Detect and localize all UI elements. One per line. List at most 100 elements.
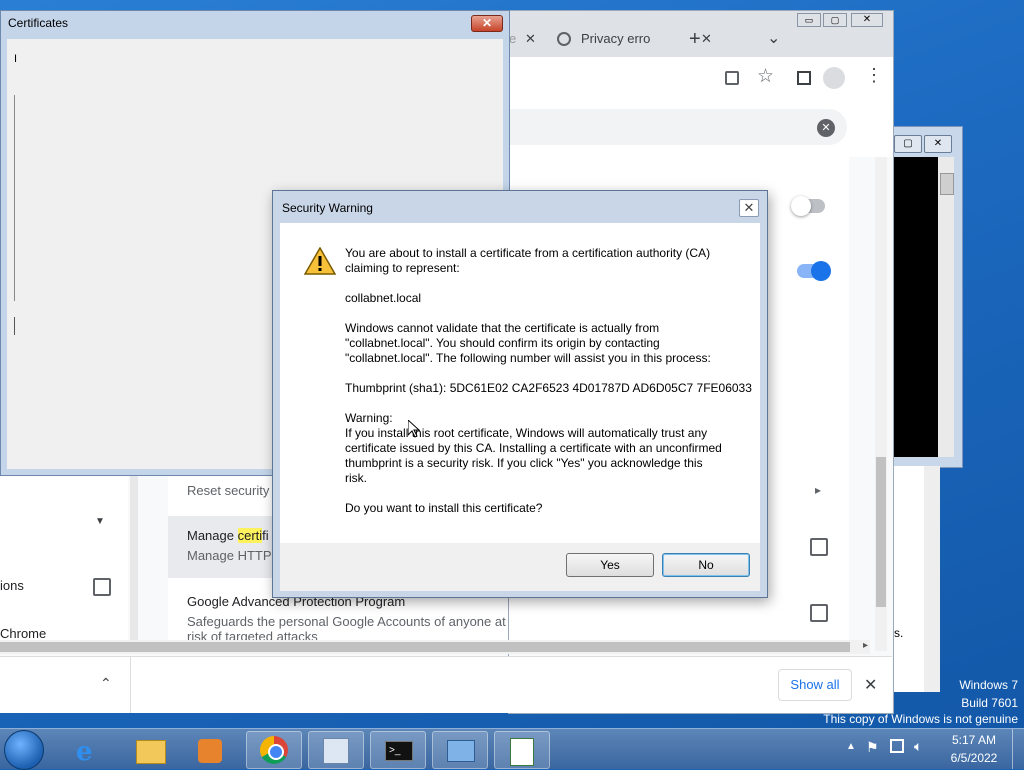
globe-icon [557, 32, 571, 46]
chevron-up-icon[interactable]: ⌃ [100, 675, 112, 692]
dialog-title: Security Warning [282, 201, 373, 215]
tab-close-icon[interactable]: ✕ [525, 25, 536, 53]
nav-item-extensions[interactable]: ions [0, 578, 24, 593]
tab-previous[interactable]: e ✕ [509, 25, 543, 53]
clear-search-icon[interactable]: ✕ [817, 119, 835, 137]
mouse-cursor-icon [408, 420, 420, 438]
notepad-icon[interactable] [494, 731, 550, 769]
tab-search-icon[interactable]: ⌄ [767, 25, 780, 53]
dialog-warning-text: Warning: If you install this root certif… [345, 411, 722, 485]
toggle-off[interactable] [791, 196, 825, 216]
window-controls: ▭ ▢ ✕ [797, 13, 891, 27]
dialog-ca-name: collabnet.local [345, 291, 422, 305]
open-external-icon[interactable] [93, 578, 111, 596]
tab-strip: e ✕ Privacy erro ✕ + ⌄ ▭ ▢ ✕ [509, 11, 893, 57]
console-scrollbar[interactable] [938, 157, 954, 457]
clock-date[interactable]: 6/5/2022 [944, 751, 1004, 765]
maximize-button[interactable]: ▢ [823, 13, 847, 27]
dialog-validation-text: Windows cannot validate that the certifi… [345, 321, 711, 365]
tab-privacy-error[interactable]: Privacy erro ✕ [557, 25, 712, 53]
file-explorer-icon[interactable] [122, 731, 176, 767]
address-bar[interactable]: ☆ ⋮ [509, 57, 893, 101]
settings-search-input[interactable] [509, 109, 847, 145]
chevron-right-icon[interactable]: ▸ [815, 483, 821, 497]
open-external-icon[interactable] [810, 538, 828, 556]
settings-scroll-thumb[interactable] [876, 457, 886, 607]
manage-certificates-title: Manage certifi [187, 528, 269, 543]
horizontal-scrollbar[interactable]: ▸ [0, 640, 870, 654]
watermark-genuine: This copy of Windows is not genuine [823, 712, 1018, 726]
taskbar: e >_ ▲ ⚑ 🔈︎ 5:17 AM 6/5/2022 [0, 728, 1024, 770]
dialog-body: You are about to install a certificate f… [280, 223, 760, 543]
tab-label: e [509, 31, 517, 46]
tab-close-icon[interactable]: ✕ [701, 25, 712, 53]
manage-certificates-subtitle: Manage HTTP [187, 548, 272, 563]
no-button[interactable]: No [662, 553, 750, 577]
nav-scrollbar[interactable] [130, 474, 138, 640]
reset-security-row[interactable]: Reset security [187, 483, 269, 498]
console-body[interactable] [894, 157, 938, 457]
background-window-text: s. [894, 626, 904, 640]
command-prompt-icon[interactable]: >_ [370, 731, 426, 769]
divider [130, 657, 131, 713]
chevron-down-icon[interactable]: ▼ [95, 516, 105, 527]
minimize-button[interactable]: ▭ [797, 13, 821, 27]
menu-kebab-icon[interactable]: ⋮ [865, 65, 883, 86]
warning-icon [304, 247, 336, 275]
console-window[interactable]: ▢ ✕ [893, 126, 963, 468]
download-bar: ⌃ Show all ✕ [0, 656, 892, 713]
clock-time[interactable]: 5:17 AM [944, 733, 1004, 747]
side-panel-icon[interactable] [797, 71, 811, 85]
certificates-close-button[interactable]: ✕ [471, 15, 503, 32]
nav-item-about-chrome[interactable]: Chrome [0, 626, 46, 641]
list-border [14, 95, 15, 301]
dialog-footer: Yes No [280, 543, 760, 591]
settings-nav [0, 474, 128, 640]
internet-explorer-icon[interactable]: e [62, 731, 116, 767]
search-highlight: certi [237, 528, 263, 543]
share-icon[interactable] [725, 71, 739, 85]
row-title-suffix: fi [262, 528, 269, 543]
close-button[interactable]: ✕ [851, 13, 883, 27]
dialog-intro-text: You are about to install a certificate f… [345, 246, 711, 275]
yes-button[interactable]: Yes [566, 553, 654, 577]
background-window-scrollbar[interactable] [924, 466, 940, 692]
dialog-thumbprint: Thumbprint (sha1): 5DC61E02 CA2F6523 4D0… [345, 381, 752, 395]
chrome-taskbar-icon[interactable] [246, 731, 302, 769]
row-title-prefix: Manage [187, 528, 238, 543]
control-panel-icon[interactable] [432, 731, 488, 769]
console-scroll-thumb[interactable] [940, 173, 954, 195]
background-window[interactable]: s. [893, 466, 940, 692]
certificates-title: Certificates [8, 16, 69, 30]
volume-icon[interactable]: 🔈︎ [914, 738, 922, 755]
profile-avatar-icon[interactable] [823, 67, 845, 89]
watermark-build: Build 7601 [961, 696, 1018, 710]
console-restore-button[interactable]: ▢ [894, 135, 922, 153]
text-cursor: I [14, 53, 18, 65]
certmgr-taskbar-icon[interactable] [308, 731, 364, 769]
settings-search-bar[interactable]: ✕ [509, 101, 893, 158]
media-player-icon[interactable] [182, 731, 236, 767]
security-warning-dialog[interactable]: Security Warning ✕ You are about to inst… [272, 190, 768, 598]
watermark-os: Windows 7 [959, 678, 1018, 692]
settings-scrollbar[interactable] [875, 157, 887, 651]
open-external-icon[interactable] [810, 604, 828, 622]
show-all-button[interactable]: Show all [778, 669, 852, 701]
horizontal-scroll-thumb[interactable] [0, 642, 850, 652]
start-orb-icon[interactable] [4, 730, 44, 770]
close-download-bar-icon[interactable]: ✕ [864, 675, 877, 695]
dialog-close-button[interactable]: ✕ [739, 199, 759, 217]
scroll-right-arrow-icon[interactable]: ▸ [863, 640, 868, 651]
tab-label: Privacy erro [581, 31, 651, 46]
action-center-flag-icon[interactable]: ⚑ [866, 739, 879, 756]
bookmark-star-icon[interactable]: ☆ [757, 65, 774, 88]
toggle-on[interactable] [797, 261, 831, 281]
console-close-button[interactable]: ✕ [924, 135, 952, 153]
toggle-knob [791, 196, 811, 216]
list-border [14, 317, 15, 335]
new-tab-button[interactable]: + [689, 25, 701, 53]
network-icon[interactable] [890, 739, 904, 753]
show-desktop-button[interactable] [1012, 729, 1024, 769]
show-hidden-icons-icon[interactable]: ▲ [846, 741, 856, 752]
toggle-knob [811, 261, 831, 281]
